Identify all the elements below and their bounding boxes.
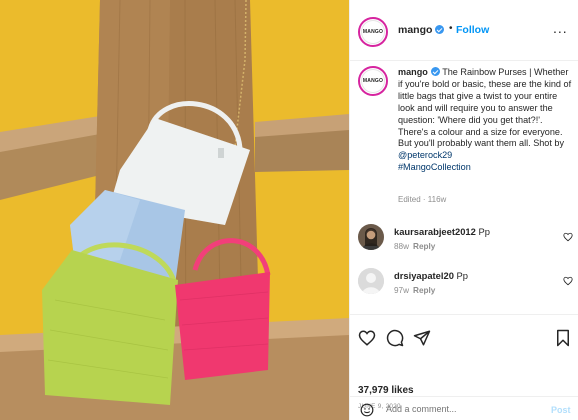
- emoji-icon[interactable]: [360, 403, 374, 417]
- commenter-avatar[interactable]: [358, 224, 384, 250]
- header-username-text[interactable]: mango: [398, 24, 432, 36]
- instagram-post-view: MANGO mango • Follow ... MANGO mango The…: [0, 0, 578, 420]
- reply-button[interactable]: Reply: [413, 286, 435, 295]
- comment-like-heart-icon[interactable]: [563, 232, 573, 242]
- shot-by-prefix: Shot by: [533, 138, 565, 149]
- post-header: MANGO mango • Follow ...: [350, 0, 578, 61]
- bookmark-icon[interactable]: [554, 329, 572, 347]
- comment-meta: 97w Reply: [394, 286, 435, 295]
- comment-item: drsiyapatel20 Pp 97w Reply: [350, 268, 578, 308]
- caption-body: mango The Rainbow Purses | Whether if yo…: [398, 67, 572, 174]
- caption-username[interactable]: mango: [398, 67, 428, 77]
- handbags-photo-illustration: [0, 0, 349, 420]
- reply-button[interactable]: Reply: [413, 242, 435, 251]
- comment-username[interactable]: drsiyapatel20: [394, 270, 454, 281]
- more-options-icon[interactable]: ...: [553, 20, 568, 36]
- post-photo[interactable]: [0, 0, 349, 420]
- comment-line: drsiyapatel20 Pp: [394, 270, 468, 281]
- comment-input[interactable]: [386, 404, 536, 414]
- caption-avatar-logo: MANGO: [361, 69, 385, 93]
- commenter-avatar-default[interactable]: [358, 268, 384, 294]
- send-icon[interactable]: [413, 329, 431, 347]
- comment-meta: 88w Reply: [394, 242, 435, 251]
- header-username[interactable]: mango: [398, 24, 445, 36]
- likes-count[interactable]: 37,979 likes: [358, 385, 414, 396]
- post-side-panel: MANGO mango • Follow ... MANGO mango The…: [349, 0, 578, 420]
- verified-badge-icon: [435, 25, 445, 34]
- comment-age: 97w: [394, 286, 410, 295]
- caption-avatar[interactable]: MANGO: [358, 66, 388, 96]
- comment-text: Pp: [456, 270, 469, 281]
- commenter-photo: [358, 224, 384, 250]
- like-heart-icon[interactable]: [358, 329, 376, 347]
- follow-button[interactable]: Follow: [456, 24, 489, 36]
- avatar-logo: MANGO: [361, 20, 385, 44]
- edited-timestamp: Edited · 116w: [398, 195, 447, 204]
- action-icons-row: [358, 329, 572, 349]
- comment-line: kaursarabjeet2012 Pp: [394, 226, 490, 237]
- comment-like-heart-icon[interactable]: [563, 276, 573, 286]
- comment-text: Pp: [478, 226, 490, 237]
- profile-avatar[interactable]: MANGO: [358, 17, 388, 47]
- comment-username[interactable]: kaursarabjeet2012: [394, 226, 476, 237]
- hashtag-link[interactable]: #MangoCollection: [398, 162, 471, 172]
- photographer-mention-link[interactable]: @peterock29: [398, 150, 452, 160]
- default-user-icon: [358, 268, 384, 294]
- separator-dot: •: [449, 23, 453, 34]
- comment-item: kaursarabjeet2012 Pp 88w Reply: [350, 224, 578, 264]
- post-comment-button[interactable]: Post: [551, 405, 571, 415]
- verified-badge-icon: [430, 67, 440, 76]
- comment-icon[interactable]: [386, 329, 404, 347]
- comment-age: 88w: [394, 242, 410, 251]
- caption-text: The Rainbow Purses | Whether if you're b…: [398, 67, 572, 149]
- add-comment-bar: Post: [350, 396, 578, 420]
